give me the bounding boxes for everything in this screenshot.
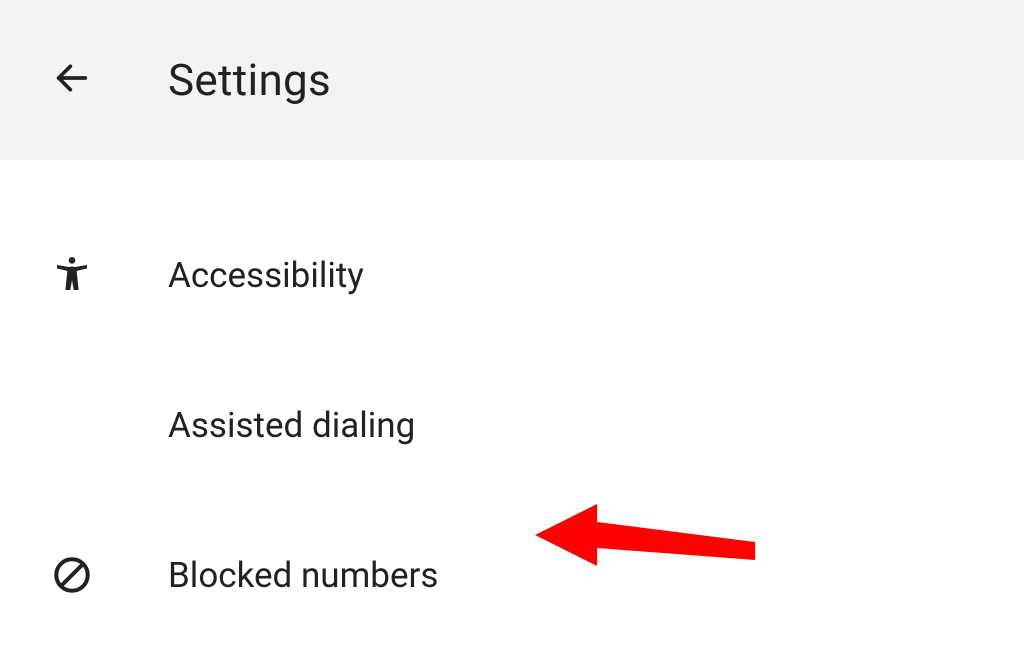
page-title: Settings	[168, 54, 331, 106]
settings-item-assisted-dialing[interactable]: Assisted dialing	[0, 350, 1024, 500]
settings-item-accessibility[interactable]: Accessibility	[0, 200, 1024, 350]
back-arrow-icon	[52, 58, 92, 102]
settings-item-label: Accessibility	[168, 255, 364, 296]
header-bar: Settings	[0, 0, 1024, 160]
settings-item-label: Blocked numbers	[168, 555, 438, 596]
settings-item-label: Assisted dialing	[168, 405, 415, 446]
accessibility-icon	[48, 251, 96, 299]
settings-item-blocked-numbers[interactable]: Blocked numbers	[0, 500, 1024, 650]
empty-icon	[48, 401, 96, 449]
back-button[interactable]	[48, 56, 96, 104]
blocked-icon	[48, 551, 96, 599]
settings-list: Accessibility Assisted dialing Blocked n…	[0, 160, 1024, 650]
